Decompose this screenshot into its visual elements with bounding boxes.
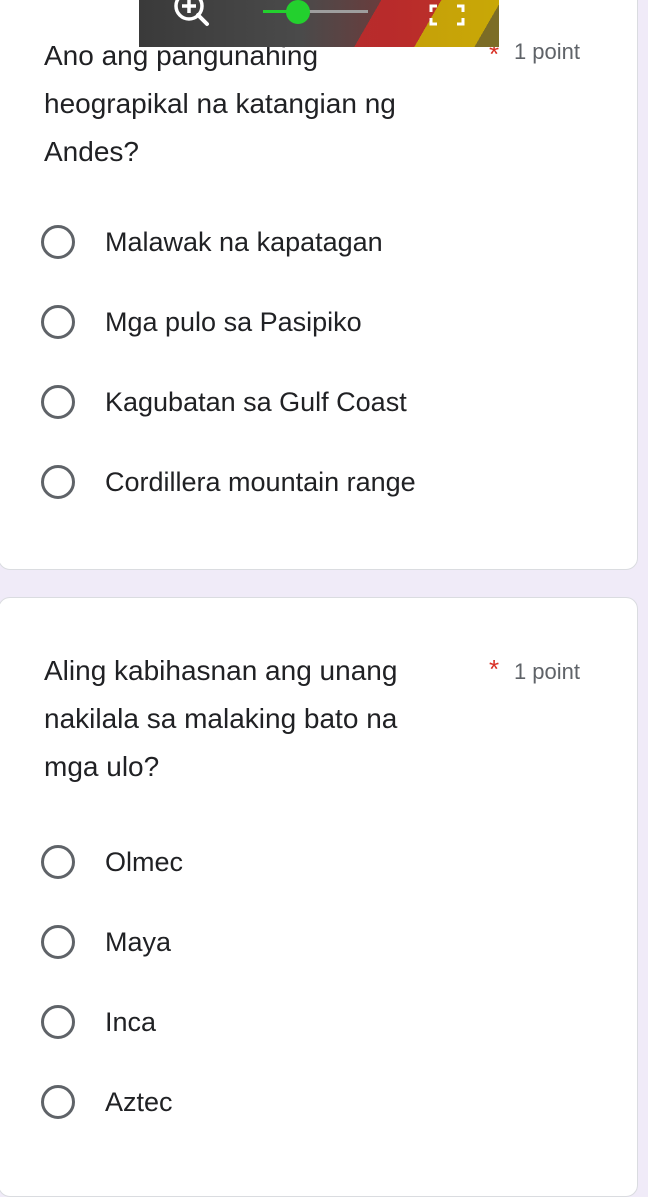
radio-option[interactable]: Malawak na kapatagan bbox=[41, 220, 383, 264]
option-label: Cordillera mountain range bbox=[105, 466, 416, 497]
option-label: Kagubatan sa Gulf Coast bbox=[105, 386, 407, 417]
radio-option[interactable]: Olmec bbox=[41, 840, 183, 884]
zoom-slider-thumb[interactable] bbox=[285, 0, 310, 24]
required-asterisk: * bbox=[489, 654, 500, 684]
radio-option[interactable]: Aztec bbox=[41, 1080, 173, 1124]
zoom-toolbar bbox=[139, 0, 499, 47]
radio-button[interactable] bbox=[41, 305, 75, 339]
option-label: Malawak na kapatagan bbox=[105, 226, 383, 257]
radio-button[interactable] bbox=[41, 1005, 75, 1039]
radio-button[interactable] bbox=[41, 1085, 75, 1119]
radio-option[interactable]: Mga pulo sa Pasipiko bbox=[41, 300, 362, 344]
question-text-line: Aling kabihasnan ang unang bbox=[44, 655, 398, 686]
option-label: Maya bbox=[105, 926, 172, 957]
radio-button[interactable] bbox=[41, 225, 75, 259]
question-text-line: mga ulo? bbox=[44, 751, 160, 782]
radio-option[interactable]: Cordillera mountain range bbox=[41, 460, 416, 504]
question-title: Ano ang pangunahing heograpikal na katan… bbox=[44, 32, 464, 176]
radio-button[interactable] bbox=[41, 925, 75, 959]
radio-option[interactable]: Kagubatan sa Gulf Coast bbox=[41, 380, 407, 424]
toolbar-background-image bbox=[339, 0, 499, 47]
points-label: 1 point bbox=[513, 659, 580, 684]
option-label: Olmec bbox=[105, 846, 184, 877]
question-text-line: heograpikal na katangian ng bbox=[44, 88, 396, 119]
question-text-line: Andes? bbox=[44, 136, 139, 167]
option-label: Inca bbox=[105, 1006, 157, 1037]
radio-button[interactable] bbox=[41, 845, 75, 879]
question-text-line: nakilala sa malaking bato na bbox=[44, 703, 398, 734]
radio-option[interactable]: Maya bbox=[41, 920, 171, 964]
fullscreen-icon[interactable] bbox=[429, 4, 465, 26]
radio-button[interactable] bbox=[41, 465, 75, 499]
question-card-1: Ano ang pangunahing heograpikal na katan… bbox=[0, 0, 638, 570]
option-label: Mga pulo sa Pasipiko bbox=[105, 306, 362, 337]
question-title: Aling kabihasnan ang unang nakilala sa m… bbox=[44, 647, 464, 791]
option-label: Aztec bbox=[105, 1086, 173, 1117]
question-card-2: Aling kabihasnan ang unang nakilala sa m… bbox=[0, 597, 638, 1197]
points-label: 1 point bbox=[513, 39, 580, 64]
radio-option[interactable]: Inca bbox=[41, 1000, 156, 1044]
zoom-in-icon[interactable] bbox=[171, 0, 211, 28]
radio-button[interactable] bbox=[41, 385, 75, 419]
